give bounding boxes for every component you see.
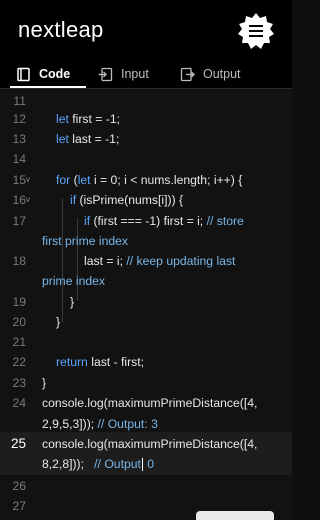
line-number: 15 [12,173,26,187]
output-icon [180,67,195,82]
line-number: 19 [12,295,26,309]
input-icon [98,67,113,82]
line-number: 12 [12,112,26,126]
code-text: if (isPrime(nums[i])) { [70,193,184,207]
menu-button[interactable] [237,12,275,50]
line-number: 24 [12,396,26,410]
indent-guide [62,198,63,322]
tab-code[interactable]: Code [16,60,70,88]
code-editor[interactable]: 11 12 let first = -1; 13 let last = -1; … [0,89,292,520]
code-text: 8,2,8])); // Output 0 [42,457,155,472]
code-text: } [56,315,61,329]
tab-input[interactable]: Input [98,60,149,88]
code-text: last = i; // keep updating last [84,254,236,268]
run-button[interactable] [196,511,274,520]
code-text: let last = -1; [56,132,120,146]
line-number: 22 [12,355,26,369]
line-number: 18 [12,254,26,268]
line-number: 25 [10,436,26,451]
line-number: 16 [12,193,26,207]
code-text: if (first === -1) first = i; // store [84,214,244,228]
line-number: 27 [12,499,26,513]
code-text: } [42,376,47,390]
code-text: let first = -1; [56,112,121,126]
tab-output[interactable]: Output [180,60,241,88]
tab-output-label: Output [203,67,241,81]
code-text: return last - first; [56,355,145,369]
editor-tabs: Code Input Output [0,60,292,88]
code-text: console.log(maximumPrimeDistance([4, [42,437,258,451]
line-number: 14 [12,152,26,166]
line-number: 21 [12,335,26,349]
app-header: nextleap [0,0,292,60]
line-number: 13 [12,132,26,146]
code-text: first prime index [42,234,129,248]
menu-icon [238,13,274,49]
tab-input-label: Input [121,67,149,81]
line-number: 20 [12,315,26,329]
line-number: 23 [12,376,26,390]
code-text: console.log(maximumPrimeDistance([4, [42,396,258,410]
book-icon [16,67,31,82]
fold-chevron-icon[interactable]: ∨ [25,170,31,191]
tab-code-label: Code [39,67,71,81]
code-text: for (let i = 0; i < nums.length; i++) { [56,173,243,187]
text-cursor [141,458,143,472]
line-number: 26 [12,479,26,493]
fold-chevron-icon[interactable]: ∨ [25,190,31,211]
code-text: } [70,295,75,309]
app-logo: nextleap [18,17,104,42]
code-text: prime index [42,274,105,288]
line-number: 17 [12,214,26,228]
